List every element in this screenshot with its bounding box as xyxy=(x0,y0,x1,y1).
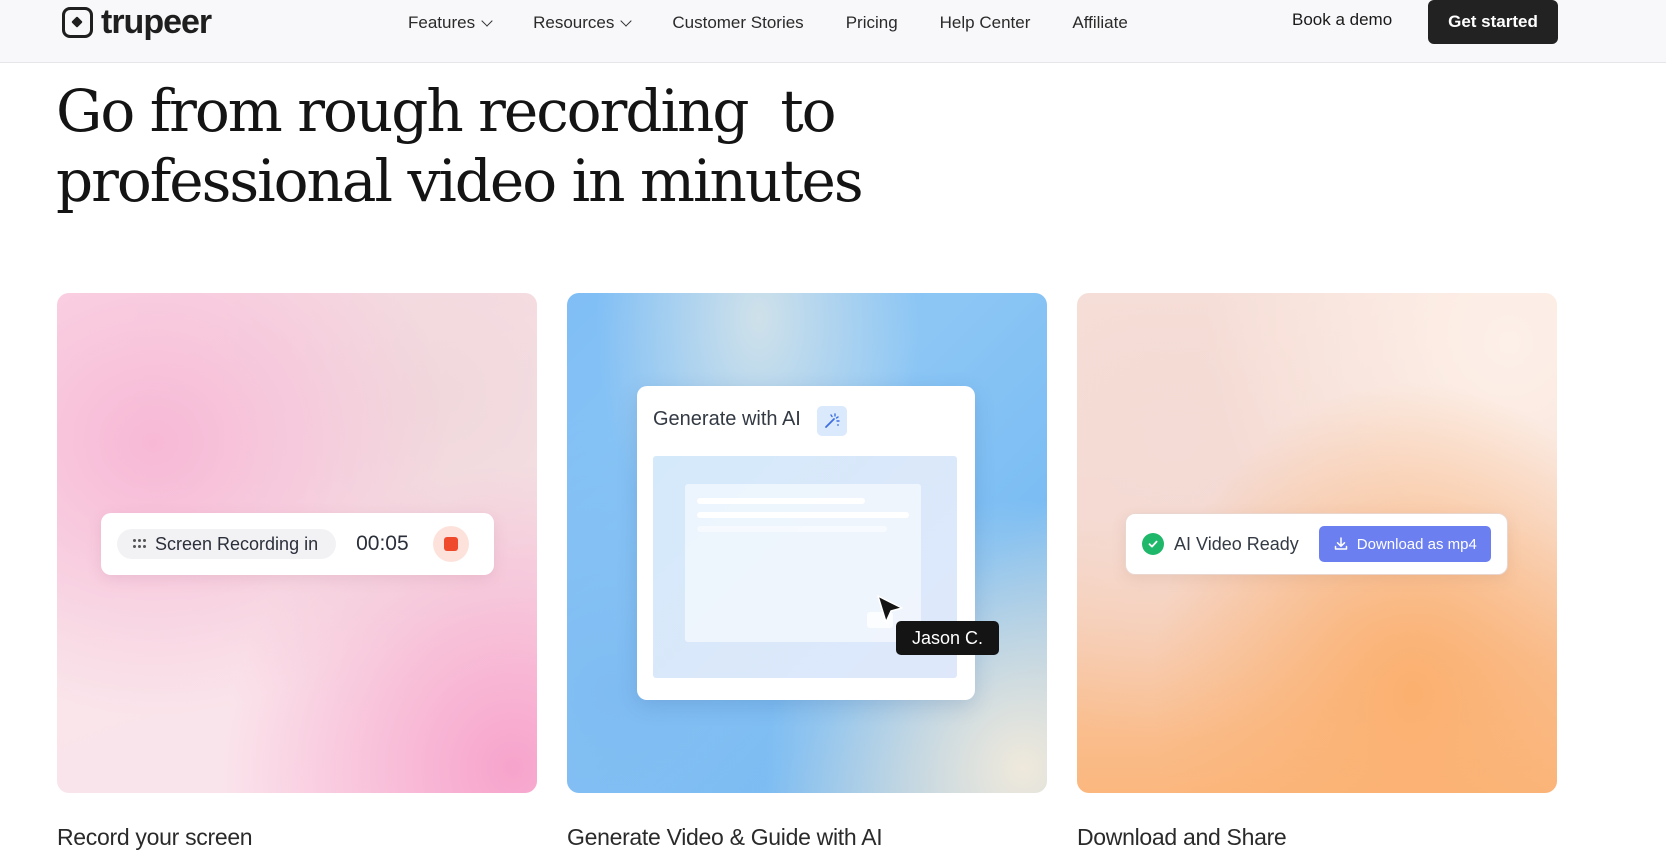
recording-bar: Screen Recording in 00:05 xyxy=(101,513,494,575)
chevron-down-icon xyxy=(620,14,633,27)
check-icon xyxy=(1142,533,1164,555)
download-mp4-button[interactable]: Download as mp4 xyxy=(1318,526,1491,562)
nav-link-help-center[interactable]: Help Center xyxy=(940,13,1031,33)
nav-link-resources[interactable]: Resources xyxy=(533,13,633,33)
nav-link-label: Affiliate xyxy=(1072,13,1128,32)
hero-line-2: professional video in minutes xyxy=(56,147,864,215)
chevron-down-icon xyxy=(481,14,493,27)
nav-link-affiliate[interactable]: Affiliate xyxy=(1072,13,1127,33)
recording-pill[interactable]: Screen Recording in xyxy=(117,529,337,559)
video-ready-label: AI Video Ready xyxy=(1174,533,1299,554)
doc-line xyxy=(697,512,909,518)
hero-line-1: Go from rough recording to xyxy=(56,77,837,145)
caption-generate: Generate Video & Guide with AI xyxy=(567,824,883,850)
hero-headline: Go from rough recording to professional … xyxy=(56,76,876,216)
feature-card-generate: Generate with AI Jason C. xyxy=(567,293,1047,793)
drag-handle-icon[interactable] xyxy=(133,539,146,549)
recording-timer: 00:05 xyxy=(356,532,409,555)
top-nav: trupeer Features Resources Customer Stor… xyxy=(0,0,1666,63)
generate-title: Generate with AI xyxy=(653,408,801,430)
logo[interactable]: trupeer xyxy=(62,3,212,41)
feature-card-download: AI Video Ready Download as mp4 xyxy=(1077,293,1557,793)
recording-label: Screen Recording in xyxy=(155,533,319,554)
stop-icon xyxy=(443,537,458,551)
book-demo-link[interactable]: Book a demo xyxy=(1292,10,1392,30)
get-started-button[interactable]: Get started xyxy=(1428,0,1558,44)
download-icon xyxy=(1334,537,1348,550)
logo-icon xyxy=(62,6,93,38)
logo-text: trupeer xyxy=(101,3,212,41)
cursor-name-tag: Jason C. xyxy=(896,621,1000,655)
nav-link-label: Customer Stories xyxy=(672,13,804,32)
nav-link-features[interactable]: Features xyxy=(408,13,493,33)
stop-recording-button[interactable] xyxy=(432,526,469,562)
nav-links: Features Resources Customer Stories Pric… xyxy=(408,10,1170,36)
caption-record: Record your screen xyxy=(57,824,253,850)
magic-wand-icon[interactable] xyxy=(817,406,847,436)
download-label: Download as mp4 xyxy=(1356,535,1477,553)
nav-link-label: Resources xyxy=(533,13,615,32)
doc-line xyxy=(697,526,887,532)
feature-card-record: Screen Recording in 00:05 xyxy=(57,293,537,793)
nav-link-customer-stories[interactable]: Customer Stories xyxy=(672,13,803,33)
nav-link-label: Pricing xyxy=(845,13,898,32)
nav-link-label: Help Center xyxy=(939,13,1031,32)
nav-link-pricing[interactable]: Pricing xyxy=(846,13,898,33)
caption-download: Download and Share xyxy=(1077,824,1287,850)
nav-link-label: Features xyxy=(408,13,476,32)
video-ready-bar: AI Video Ready Download as mp4 xyxy=(1125,513,1508,575)
doc-line xyxy=(697,498,865,504)
